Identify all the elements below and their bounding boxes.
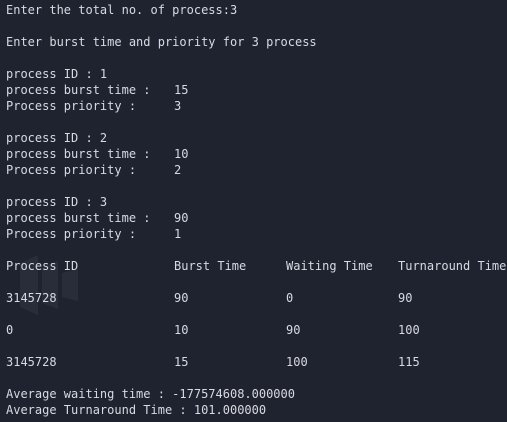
prompt-total-process: Enter the total no. of process:3	[6, 3, 238, 17]
cell-waiting-time: 90	[286, 323, 301, 337]
priority-value: 1	[174, 227, 182, 241]
table-header: Process ID Burst Time Waiting Time Turna…	[6, 258, 507, 274]
process-id-line: process ID : 3	[6, 195, 108, 209]
process-burst-line: process burst time : 90	[6, 210, 507, 226]
table-row: 3145728 15 100 115	[6, 354, 507, 370]
table-row: 0 10 90 100	[6, 322, 507, 338]
cell-burst-time: 90	[174, 291, 189, 305]
cell-process-id: 3145728	[6, 355, 57, 369]
process-burst-line: process burst time : 10	[6, 146, 507, 162]
cell-burst-time: 10	[174, 323, 189, 337]
cell-waiting-time: 0	[286, 291, 294, 305]
burst-label: process burst time :	[6, 147, 151, 161]
cell-turnaround-time: 90	[398, 291, 413, 305]
priority-value: 2	[174, 163, 182, 177]
priority-label: Process priority :	[6, 163, 137, 177]
table-row: 3145728 90 0 90	[6, 290, 507, 306]
burst-value: 90	[174, 211, 189, 225]
header-process-id: Process ID	[6, 259, 79, 273]
priority-label: Process priority :	[6, 99, 137, 113]
process-burst-line: process burst time : 15	[6, 82, 507, 98]
burst-label: process burst time :	[6, 211, 151, 225]
burst-value: 10	[174, 147, 189, 161]
cell-process-id: 0	[6, 323, 14, 337]
terminal-output: Enter the total no. of process:3 Enter b…	[0, 0, 507, 422]
header-turnaround-time: Turnaround Time	[398, 259, 507, 273]
priority-value: 3	[174, 99, 182, 113]
cell-waiting-time: 100	[286, 355, 308, 369]
average-turnaround-time: Average Turnaround Time : 101.000000	[6, 403, 267, 417]
priority-label: Process priority :	[6, 227, 137, 241]
process-priority-line: Process priority : 2	[6, 162, 507, 178]
process-priority-line: Process priority : 1	[6, 226, 507, 242]
process-priority-line: Process priority : 3	[6, 98, 507, 114]
header-waiting-time: Waiting Time	[286, 259, 373, 273]
cell-turnaround-time: 115	[398, 355, 420, 369]
prompt-burst-priority: Enter burst time and priority for 3 proc…	[6, 35, 317, 49]
cell-turnaround-time: 100	[398, 323, 420, 337]
process-id-line: process ID : 1	[6, 67, 108, 81]
header-burst-time: Burst Time	[174, 259, 247, 273]
process-id-line: process ID : 2	[6, 131, 108, 145]
burst-value: 15	[174, 83, 189, 97]
cell-process-id: 3145728	[6, 291, 57, 305]
average-waiting-time: Average waiting time : -177574608.000000	[6, 387, 295, 401]
cell-burst-time: 15	[174, 355, 189, 369]
burst-label: process burst time :	[6, 83, 151, 97]
